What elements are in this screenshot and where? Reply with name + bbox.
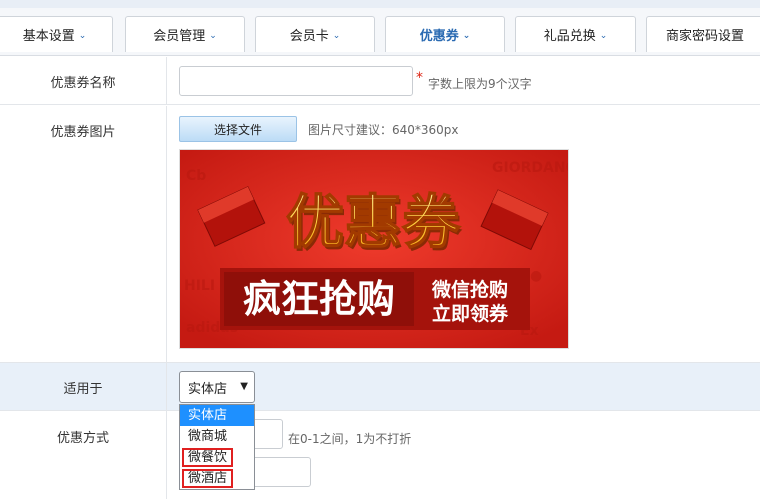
coupon-banner-graphic: CbHILIadidas GIORDANO●Ex 优惠券 优惠券 疯狂抢购 微信… <box>180 150 569 348</box>
tab-member-management[interactable]: 会员管理 ⌄ <box>125 16 245 52</box>
tab-label: 商家密码设置 <box>665 29 744 44</box>
row-discount: 优惠方式 在0-1之间，1为不打折 <box>0 411 760 499</box>
option-micro-mall[interactable]: 微商城 <box>180 426 254 447</box>
column-divider <box>166 411 167 499</box>
chevron-down-icon: ⌄ <box>78 30 87 41</box>
coupon-banner-image: Cb HILI adidas GIORDANO ● Ex 优惠券 优惠券 疯狂抢购 微信… <box>179 149 569 349</box>
column-divider <box>166 106 167 362</box>
option-physical-store[interactable]: 实体店 <box>180 405 254 426</box>
top-strip <box>0 0 760 8</box>
required-mark: * <box>416 70 423 86</box>
chevron-down-icon: ⌄ <box>462 30 471 41</box>
tab-bar: 基本设置 ⌄ 会员管理 ⌄ 会员卡 ⌄ 优惠券 ⌄ 礼品兑换 ⌄ 商家密码设置 <box>0 8 760 56</box>
selected-value: 实体店 <box>188 381 228 397</box>
chevron-down-icon: ⌄ <box>209 30 217 41</box>
discount-amount-input[interactable] <box>252 457 311 487</box>
coupon-image-label: 优惠券图片 <box>50 125 116 140</box>
tab-label: 礼品兑换 <box>543 29 596 44</box>
chevron-down-icon: ⌄ <box>332 30 341 41</box>
tab-coupon[interactable]: 优惠券 ⌄ <box>385 16 505 52</box>
tab-label: 会员管理 <box>153 29 206 44</box>
tab-label: 会员卡 <box>289 29 329 44</box>
row-coupon-name: 优惠券名称 * 字数上限为9个汉字 <box>0 57 760 105</box>
tab-basic-settings[interactable]: 基本设置 ⌄ <box>0 16 113 52</box>
choose-file-button[interactable]: 选择文件 <box>179 116 297 142</box>
tab-merchant-password[interactable]: 商家密码设置 <box>646 16 760 52</box>
chevron-down-icon: ⌄ <box>599 30 608 41</box>
tab-label: 基本设置 <box>22 29 75 44</box>
coupon-name-hint: 字数上限为9个汉字 <box>428 77 532 91</box>
banner-subtitle: 疯狂抢购 <box>243 277 395 321</box>
dropdown-arrow-icon: ▼ <box>240 381 248 392</box>
option-micro-catering[interactable]: 微餐饮 <box>180 447 254 468</box>
tab-gift-exchange[interactable]: 礼品兑换 ⌄ <box>515 16 636 52</box>
svg-text:●: ● <box>530 268 542 284</box>
applies-to-select[interactable]: 实体店 ▼ <box>179 371 255 403</box>
applies-to-dropdown-list: 实体店 微商城 微餐饮 微酒店 <box>179 404 255 490</box>
image-size-hint: 图片尺寸建议：640*360px <box>308 123 459 137</box>
column-divider <box>166 57 167 104</box>
option-label: 微餐饮 <box>182 448 234 467</box>
svg-text:GIORDANO: GIORDANO <box>492 160 569 176</box>
tab-label: 优惠券 <box>419 29 459 44</box>
option-micro-hotel[interactable]: 微酒店 <box>180 468 254 489</box>
coupon-name-input[interactable] <box>179 66 413 96</box>
svg-text:HILI: HILI <box>184 278 215 294</box>
banner-title: 优惠券 <box>286 188 461 256</box>
svg-text:Cb: Cb <box>186 168 206 184</box>
discount-rate-input[interactable] <box>252 419 283 449</box>
banner-side-line1: 微信抢购 <box>431 278 508 301</box>
banner-side-line2: 立即领券 <box>432 302 509 325</box>
option-label: 微酒店 <box>182 469 234 488</box>
applies-to-label: 适用于 <box>63 382 103 397</box>
discount-label: 优惠方式 <box>56 431 109 446</box>
coupon-name-label: 优惠券名称 <box>50 76 116 91</box>
row-coupon-image: 优惠券图片 选择文件 图片尺寸建议：640*360px Cb HILI adidas… <box>0 106 760 363</box>
row-applies-to: 适用于 实体店 ▼ <box>0 363 760 411</box>
tab-member-card[interactable]: 会员卡 ⌄ <box>255 16 375 52</box>
discount-hint: 在0-1之间，1为不打折 <box>288 432 412 446</box>
column-divider <box>166 363 167 410</box>
